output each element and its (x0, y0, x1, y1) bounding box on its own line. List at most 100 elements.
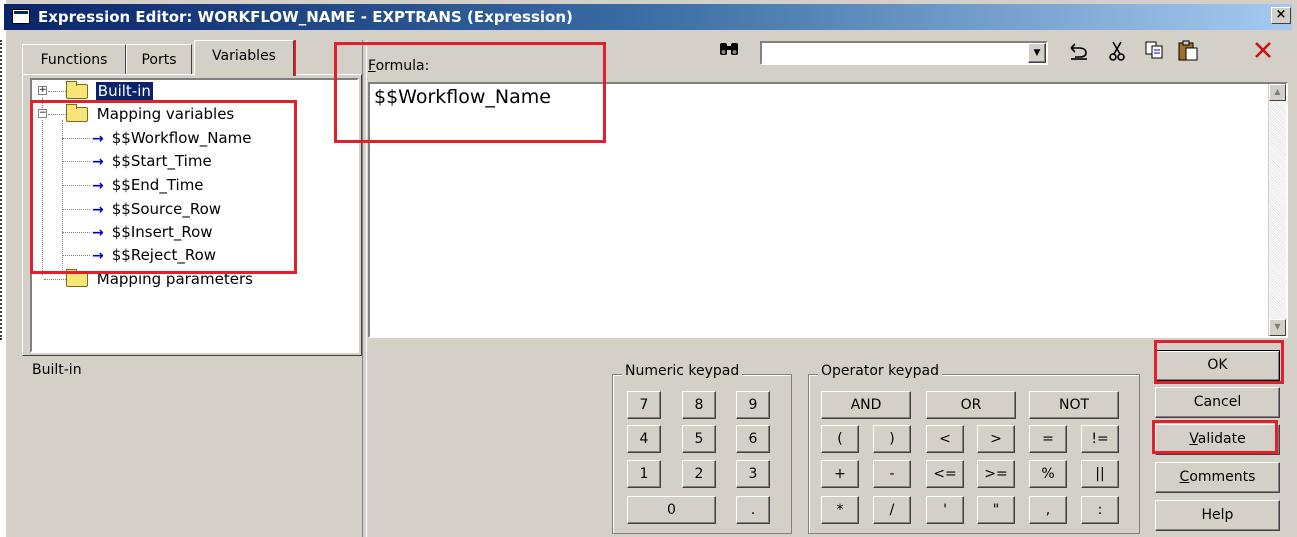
close-button[interactable]: × (1271, 7, 1291, 24)
key-concat[interactable]: || (1081, 460, 1119, 488)
formula-editor[interactable]: $$Workflow_Name ▲ ▼ (368, 82, 1288, 338)
key-open-paren[interactable]: ( (821, 425, 859, 453)
key-less-equal[interactable]: <= (926, 460, 964, 488)
key-0[interactable]: 0 (627, 496, 716, 524)
key-less-than[interactable]: < (926, 425, 964, 453)
delete-icon[interactable] (1250, 40, 1276, 64)
formula-scrollbar[interactable]: ▲ ▼ (1268, 84, 1286, 336)
ok-button[interactable]: OK (1155, 350, 1280, 381)
key-equals[interactable]: = (1029, 425, 1067, 453)
arrow-icon: → (92, 154, 104, 170)
tree-item-mapping-parameters[interactable]: Mapping parameters (36, 268, 253, 290)
arrow-icon: → (92, 248, 104, 264)
tree-item-variable[interactable]: → $$Start_Time (58, 150, 212, 172)
key-2[interactable]: 2 (682, 460, 716, 488)
formula-text[interactable]: $$Workflow_Name (374, 86, 551, 108)
variables-tree[interactable]: + Built-in − Mapping variables → $$Workfl… (30, 78, 359, 353)
arrow-icon: → (92, 225, 104, 241)
key-4[interactable]: 4 (627, 425, 661, 453)
key-minus[interactable]: - (873, 460, 911, 488)
window-title: Expression Editor: WORKFLOW_NAME - EXPTR… (38, 8, 573, 26)
tab-ports-label: Ports (141, 52, 177, 68)
undo-icon[interactable] (1066, 40, 1092, 64)
tab-variables[interactable]: Variables (194, 40, 294, 76)
key-and[interactable]: AND (821, 391, 911, 419)
binoculars-icon[interactable] (716, 40, 742, 64)
key-5[interactable]: 5 (682, 425, 716, 453)
paste-icon[interactable] (1175, 40, 1201, 64)
variable-label: $$Workflow_Name (111, 129, 252, 147)
collapse-icon[interactable]: − (38, 109, 47, 118)
key-greater-equal[interactable]: >= (977, 460, 1015, 488)
key-plus[interactable]: + (821, 460, 859, 488)
key-7[interactable]: 7 (627, 391, 661, 419)
validate-mnemonic: V (1189, 431, 1198, 447)
key-colon[interactable]: : (1081, 496, 1119, 524)
title-bar[interactable]: Expression Editor: WORKFLOW_NAME - EXPTR… (4, 4, 1292, 30)
key-multiply[interactable]: * (821, 496, 859, 524)
variable-label: $$Reject_Row (111, 246, 217, 264)
tree-item-mapping-variables-label: Mapping variables (96, 105, 235, 123)
arrow-icon: → (92, 202, 104, 218)
tree-item-variable[interactable]: → $$Insert_Row (58, 221, 213, 243)
tree-item-mapping-variables[interactable]: − Mapping variables (36, 103, 234, 125)
key-comma[interactable]: , (1029, 496, 1067, 524)
key-6[interactable]: 6 (736, 425, 770, 453)
numeric-keypad-label: Numeric keypad (622, 363, 743, 379)
key-greater-than[interactable]: > (977, 425, 1015, 453)
formula-label: Formula: (368, 58, 429, 74)
key-9[interactable]: 9 (736, 391, 770, 419)
expand-icon[interactable]: + (38, 86, 47, 95)
key-single-quote[interactable]: ' (926, 496, 964, 524)
key-not[interactable]: NOT (1029, 391, 1119, 419)
window-icon (12, 9, 30, 24)
dropdown-button[interactable]: ▼ (1028, 43, 1046, 63)
key-or[interactable]: OR (926, 391, 1016, 419)
tree-item-variable[interactable]: → $$Reject_Row (58, 244, 216, 266)
tab-variables-label: Variables (212, 48, 276, 64)
variable-label: $$Start_Time (111, 152, 212, 170)
scroll-up-button[interactable]: ▲ (1269, 84, 1286, 101)
cancel-button[interactable]: Cancel (1155, 387, 1280, 418)
help-button[interactable]: Help (1155, 500, 1280, 531)
comments-button[interactable]: Comments (1155, 462, 1280, 493)
search-input[interactable] (762, 43, 1026, 63)
tab-functions[interactable]: Functions (22, 44, 126, 74)
operator-keypad-label: Operator keypad (818, 363, 942, 379)
key-dot[interactable]: . (736, 496, 770, 524)
splitter[interactable] (362, 40, 367, 537)
folder-icon (66, 81, 88, 99)
arrow-icon: → (92, 178, 104, 194)
key-close-paren[interactable]: ) (873, 425, 911, 453)
key-double-quote[interactable]: " (977, 496, 1015, 524)
variable-label: $$Insert_Row (111, 223, 213, 241)
comments-label: omments (1189, 469, 1256, 485)
validate-label: alidate (1197, 431, 1246, 447)
folder-icon (66, 269, 88, 287)
key-percent[interactable]: % (1029, 460, 1067, 488)
cut-icon[interactable] (1104, 40, 1130, 64)
tree-item-variable[interactable]: → $$Source_Row (58, 198, 221, 220)
left-edge-marker (0, 40, 3, 340)
comments-mnemonic: C (1179, 469, 1190, 485)
tree-item-builtin[interactable]: + Built-in (36, 80, 153, 102)
variable-label: $$Source_Row (111, 200, 222, 218)
key-1[interactable]: 1 (627, 460, 661, 488)
tab-ports[interactable]: Ports (126, 44, 192, 74)
key-divide[interactable]: / (873, 496, 911, 524)
formula-label-text: ormula: (375, 58, 430, 74)
tree-item-variable[interactable]: → $$Workflow_Name (58, 127, 251, 149)
key-3[interactable]: 3 (736, 460, 770, 488)
folder-icon (66, 104, 88, 122)
description-text: Built-in (32, 362, 82, 378)
scroll-down-button[interactable]: ▼ (1269, 319, 1286, 336)
tree-item-variable[interactable]: → $$End_Time (58, 174, 204, 196)
formula-label-mnemonic: F (368, 58, 376, 74)
validate-button[interactable]: Validate (1155, 424, 1280, 455)
tree-item-builtin-label: Built-in (95, 82, 153, 100)
tab-functions-label: Functions (40, 52, 108, 68)
key-8[interactable]: 8 (682, 391, 716, 419)
copy-icon[interactable] (1142, 40, 1168, 64)
search-combobox[interactable]: ▼ (760, 41, 1048, 65)
key-not-equals[interactable]: != (1081, 425, 1119, 453)
